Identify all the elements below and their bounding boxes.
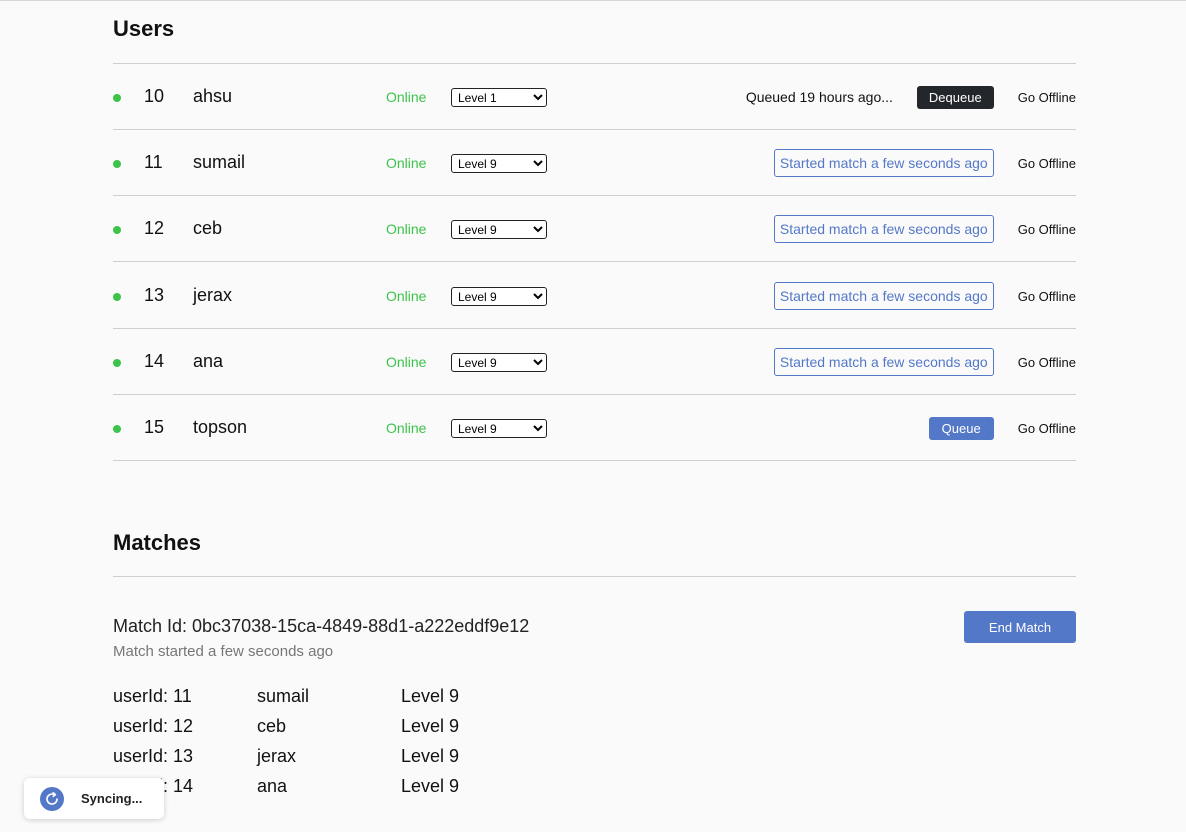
player-user-id: userId: 12 xyxy=(113,716,194,736)
online-indicator-icon xyxy=(113,94,121,102)
user-id: 12 xyxy=(144,218,165,238)
level-select[interactable]: Level 9 xyxy=(451,353,547,372)
player-name: ceb xyxy=(257,716,287,736)
player-user-id: userId: 11 xyxy=(113,686,192,706)
online-indicator-icon xyxy=(113,160,121,168)
queue-button[interactable]: Queue xyxy=(928,416,994,440)
user-id: 13 xyxy=(144,285,165,305)
go-offline-button[interactable]: Go Offline xyxy=(1018,289,1076,304)
row-actions: Started match a few seconds ago Go Offli… xyxy=(773,263,1076,329)
row-actions: Started match a few seconds ago Go Offli… xyxy=(773,196,1076,262)
row-actions: Started match a few seconds ago Go Offli… xyxy=(773,130,1076,196)
sync-icon xyxy=(40,786,64,811)
player-level: Level 9 xyxy=(401,776,460,796)
online-indicator-icon xyxy=(113,226,121,234)
status-text: Online xyxy=(386,420,427,436)
player-name: ana xyxy=(257,776,288,796)
started-match-button[interactable]: Started match a few seconds ago xyxy=(773,149,994,177)
user-name: topson xyxy=(193,417,248,437)
online-indicator-icon xyxy=(113,293,121,301)
table-row: 11 sumail Online Level 9 Started match a… xyxy=(113,130,1076,196)
level-select[interactable]: Level 9 xyxy=(451,419,547,438)
player-name: sumail xyxy=(257,686,310,706)
table-row: 15 topson Online Level 9 Queue Go Offlin… xyxy=(113,395,1076,461)
syncing-toast: Syncing... xyxy=(24,778,164,819)
top-border xyxy=(0,0,1186,1)
go-offline-button[interactable]: Go Offline xyxy=(1018,421,1076,436)
status-text: Online xyxy=(386,288,427,304)
level-select[interactable]: Level 9 xyxy=(451,154,547,173)
list-item: userId: 11 sumail Level 9 xyxy=(113,686,613,710)
started-match-button[interactable]: Started match a few seconds ago xyxy=(773,215,994,243)
row-actions: Started match a few seconds ago Go Offli… xyxy=(773,329,1076,395)
user-name: ana xyxy=(193,351,224,371)
table-row: 13 jerax Online Level 9 Started match a … xyxy=(113,263,1076,329)
go-offline-button[interactable]: Go Offline xyxy=(1018,90,1076,105)
level-select[interactable]: Level 9 xyxy=(451,220,547,239)
queued-text: Queued 19 hours ago... xyxy=(745,89,893,105)
go-offline-button[interactable]: Go Offline xyxy=(1018,355,1076,370)
player-level: Level 9 xyxy=(401,716,460,736)
online-indicator-icon xyxy=(113,359,121,367)
status-text: Online xyxy=(386,354,427,370)
user-id: 11 xyxy=(144,152,163,172)
player-level: Level 9 xyxy=(401,686,460,706)
started-match-button[interactable]: Started match a few seconds ago xyxy=(773,348,994,376)
level-select[interactable]: Level 1 xyxy=(451,88,547,107)
user-name: ahsu xyxy=(193,86,233,106)
toast-label: Syncing... xyxy=(81,791,143,806)
level-select[interactable]: Level 9 xyxy=(451,287,547,306)
row-actions: Queue Go Offline xyxy=(928,395,1076,461)
dequeue-button[interactable]: Dequeue xyxy=(916,85,994,109)
user-name: jerax xyxy=(193,285,233,305)
match-id: Match Id: 0bc37038-15ca-4849-88d1-a222ed… xyxy=(113,616,530,636)
player-level: Level 9 xyxy=(401,746,460,766)
status-text: Online xyxy=(386,155,427,171)
user-name: ceb xyxy=(193,218,223,238)
status-text: Online xyxy=(386,221,427,237)
list-item: userId: 13 jerax Level 9 xyxy=(113,746,613,770)
go-offline-button[interactable]: Go Offline xyxy=(1018,222,1076,237)
online-indicator-icon xyxy=(113,425,121,433)
user-id: 15 xyxy=(144,417,165,437)
table-row: 14 ana Online Level 9 Started match a fe… xyxy=(113,329,1076,395)
user-id: 14 xyxy=(144,351,165,371)
started-match-button[interactable]: Started match a few seconds ago xyxy=(773,282,994,310)
match-started-text: Match started a few seconds ago xyxy=(113,643,334,660)
table-row: 10 ahsu Online Level 1 Queued 19 hours a… xyxy=(113,64,1076,130)
player-user-id: userId: 13 xyxy=(113,746,194,766)
user-name: sumail xyxy=(193,152,246,172)
table-row: 12 ceb Online Level 9 Started match a fe… xyxy=(113,196,1076,262)
row-actions: Queued 19 hours ago... Dequeue Go Offlin… xyxy=(746,64,1076,130)
list-item: userId: 12 ceb Level 9 xyxy=(113,716,613,740)
user-id: 10 xyxy=(144,86,165,106)
users-title: Users xyxy=(113,16,175,41)
matches-divider xyxy=(113,576,1076,577)
go-offline-button[interactable]: Go Offline xyxy=(1018,156,1076,171)
end-match-button[interactable]: End Match xyxy=(964,611,1076,643)
list-item: userId: 14 ana Level 9 xyxy=(113,776,613,800)
player-name: jerax xyxy=(257,746,297,766)
status-text: Online xyxy=(386,89,427,105)
matches-title: Matches xyxy=(113,530,202,555)
